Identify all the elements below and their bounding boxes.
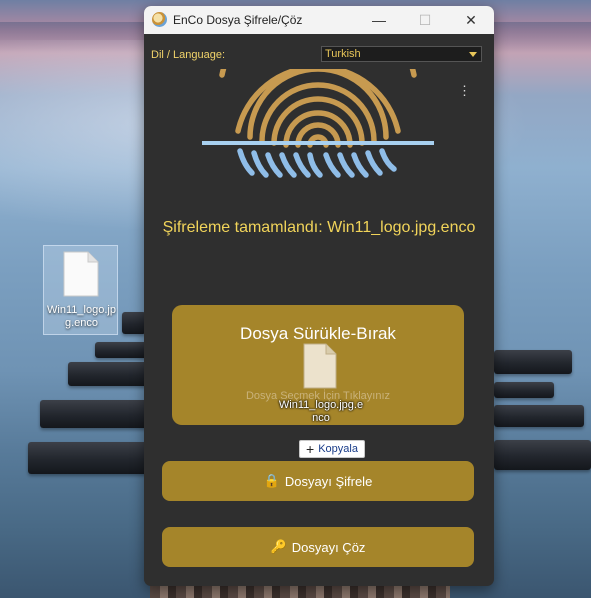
pier-plank xyxy=(494,350,572,374)
pier-plank xyxy=(68,362,148,386)
pier-plank xyxy=(494,382,554,398)
pier-plank xyxy=(494,440,591,470)
plus-icon: + xyxy=(306,441,315,457)
dragged-file-label: Win11_logo.jpg.enco xyxy=(278,399,364,424)
maximize-button[interactable]: ☐ xyxy=(402,6,448,34)
title-bar[interactable]: EnCo Dosya Şifrele/Çöz — ☐ ✕ xyxy=(144,6,494,34)
desktop-file-label: Win11_logo.jpg.enco xyxy=(47,304,116,329)
key-icon: 🔑 xyxy=(270,539,287,554)
encrypt-button-label: Dosyayı Şifrele xyxy=(284,473,373,489)
copy-tooltip-label: Kopyala xyxy=(318,443,358,455)
close-button[interactable]: ✕ xyxy=(448,6,494,34)
minimize-button[interactable]: — xyxy=(356,6,402,34)
pier-plank xyxy=(95,342,147,358)
drop-zone-title: Dosya Sürükle-Bırak xyxy=(240,324,396,343)
file-icon xyxy=(63,251,99,297)
status-message: Şifreleme tamamlandı: Win11_logo.jpg.enc… xyxy=(162,219,476,236)
window-title: EnCo Dosya Şifrele/Çöz xyxy=(173,13,303,27)
pier-plank xyxy=(28,442,148,474)
encrypt-button[interactable]: 🔒 Dosyayı Şifrele xyxy=(162,461,474,501)
language-select[interactable]: Turkish xyxy=(321,46,482,62)
desktop-file-icon[interactable]: Win11_logo.jpg.enco xyxy=(43,245,118,335)
copy-tooltip: + Kopyala xyxy=(299,440,365,458)
pier-plank xyxy=(40,400,148,428)
decrypt-button-label: Dosyayı Çöz xyxy=(291,539,366,555)
app-logo-icon xyxy=(152,12,167,27)
language-label: Dil / Language: xyxy=(151,49,225,61)
lock-icon: 🔒 xyxy=(263,473,280,488)
shore-rocks xyxy=(150,585,450,598)
more-options-icon[interactable]: ⋮ xyxy=(458,84,471,97)
dropdown-arrow-icon xyxy=(469,52,477,57)
drop-zone[interactable]: Dosya Sürükle-Bırak Dosya Seçmek İçin Tı… xyxy=(172,305,464,425)
pier-plank xyxy=(122,312,146,334)
language-selected-value: Turkish xyxy=(325,48,361,60)
pier-plank xyxy=(494,405,584,427)
fingerprint-logo xyxy=(202,69,434,178)
decrypt-button[interactable]: 🔑 Dosyayı Çöz xyxy=(162,527,474,567)
dragged-file-icon xyxy=(303,343,337,389)
app-window: EnCo Dosya Şifrele/Çöz — ☐ ✕ Dil / Langu… xyxy=(144,6,494,586)
